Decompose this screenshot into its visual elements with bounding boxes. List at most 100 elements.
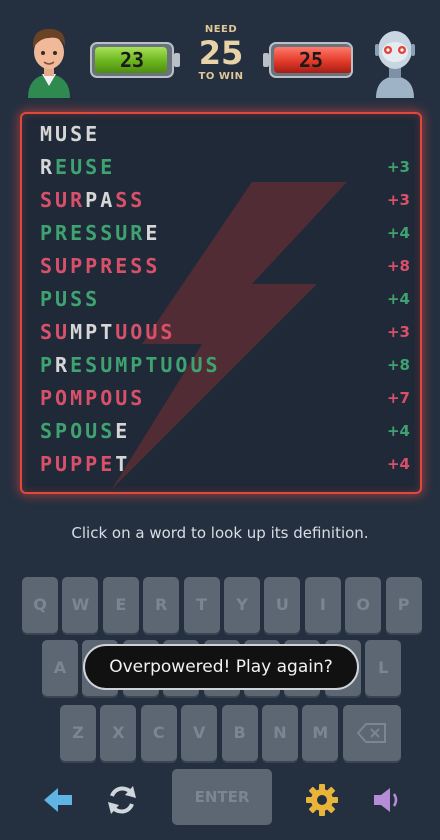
word-letter: S [85,221,101,245]
key-p[interactable]: P [385,577,422,633]
player-avatar [28,28,70,98]
opponent-score-battery: 25 [263,42,353,78]
word-row[interactable]: SUMPTUOUS +3 [40,320,410,350]
word-letter: U [55,122,71,146]
speaker-icon[interactable] [366,780,406,820]
word-letter: R [55,221,71,245]
word-text: REUSE [40,155,115,179]
word-points: +4 [386,422,410,440]
target-score: NEED 25 TO WIN [190,24,252,82]
word-letter: S [85,155,101,179]
key-v[interactable]: V [181,705,218,761]
word-letter: S [100,221,116,245]
word-letter: E [70,221,86,245]
word-points: +4 [386,290,410,308]
word-row[interactable]: PRESUMPTUOUS +8 [40,353,410,383]
word-letter: P [55,419,71,443]
word-letter: U [55,254,71,278]
word-text: SPOUSE [40,419,130,443]
key-y[interactable]: Y [224,577,260,633]
word-letter: A [100,188,116,212]
word-letter: S [70,122,86,146]
word-letter: R [55,353,71,377]
play-again-button[interactable]: Overpowered! Play again? [83,644,359,690]
key-b[interactable]: B [221,705,258,761]
word-letter: M [70,320,86,344]
word-letter: S [130,386,146,410]
word-text: SURPASS [40,188,145,212]
back-arrow-icon[interactable] [38,780,78,820]
definition-hint: Click on a word to look up its definitio… [71,524,369,542]
gear-icon[interactable] [302,780,342,820]
word-letter: P [70,452,86,476]
word-row[interactable]: SPOUSE +4 [40,419,410,449]
top-bar: 23 NEED 25 TO WIN 25 [0,0,440,110]
word-letter: S [40,320,56,344]
word-row[interactable]: MUSE [40,122,410,152]
key-i[interactable]: I [304,577,341,633]
word-letter: M [70,386,86,410]
word-letter: O [55,386,71,410]
word-row[interactable]: SURPASS +3 [40,188,410,218]
word-letter: S [205,353,221,377]
robot-avatar [375,31,415,98]
word-letter: S [115,188,131,212]
word-points: +8 [386,356,410,374]
key-e[interactable]: E [102,577,139,633]
word-points: +3 [386,158,410,176]
word-letter: P [40,452,56,476]
key-w[interactable]: W [62,577,99,633]
key-o[interactable]: O [345,577,382,633]
word-letter: P [130,353,146,377]
word-letter: S [40,254,56,278]
word-letter: S [40,419,56,443]
word-letter: R [130,221,146,245]
word-letter: O [175,353,191,377]
word-letter: U [55,287,71,311]
word-letter: S [40,188,56,212]
word-letter: U [55,320,71,344]
enter-key[interactable]: ENTER [172,769,272,825]
word-row[interactable]: PUSS +4 [40,287,410,317]
backspace-key[interactable] [343,705,401,761]
word-row[interactable]: SUPPRESS +8 [40,254,410,284]
word-text: PUSS [40,287,100,311]
word-letter: E [70,353,86,377]
key-m[interactable]: M [302,705,339,761]
key-n[interactable]: N [262,705,298,761]
word-letter: E [115,419,131,443]
word-letter: T [100,320,116,344]
word-letter: P [85,452,101,476]
word-points: +8 [386,257,410,275]
word-row[interactable]: PUPPET +4 [40,452,410,482]
word-letter: P [85,386,101,410]
word-letter: S [130,254,146,278]
word-letter: P [40,287,56,311]
word-row[interactable]: PRESSURE +4 [40,221,410,251]
word-letter: S [130,188,146,212]
word-letter: P [85,188,101,212]
key-q[interactable]: Q [22,577,58,633]
word-letter: E [85,122,101,146]
key-t[interactable]: T [183,577,220,633]
word-row[interactable]: REUSE +3 [40,155,410,185]
word-letter: U [160,353,176,377]
word-letter: P [85,320,101,344]
key-a[interactable]: A [42,640,78,696]
word-row[interactable]: POMPOUS +7 [40,386,410,416]
word-letter: U [55,188,71,212]
refresh-icon[interactable] [102,780,142,820]
key-c[interactable]: C [140,705,177,761]
word-letter: U [190,353,206,377]
key-u[interactable]: U [264,577,301,633]
word-letter: O [70,419,86,443]
key-z[interactable]: Z [60,705,96,761]
opponent-score: 25 [298,48,324,72]
key-l[interactable]: L [365,640,402,696]
word-letter: U [55,452,71,476]
word-letter: S [145,254,161,278]
word-letter: R [100,254,116,278]
key-x[interactable]: X [100,705,137,761]
word-points: +7 [386,389,410,407]
key-r[interactable]: R [143,577,180,633]
